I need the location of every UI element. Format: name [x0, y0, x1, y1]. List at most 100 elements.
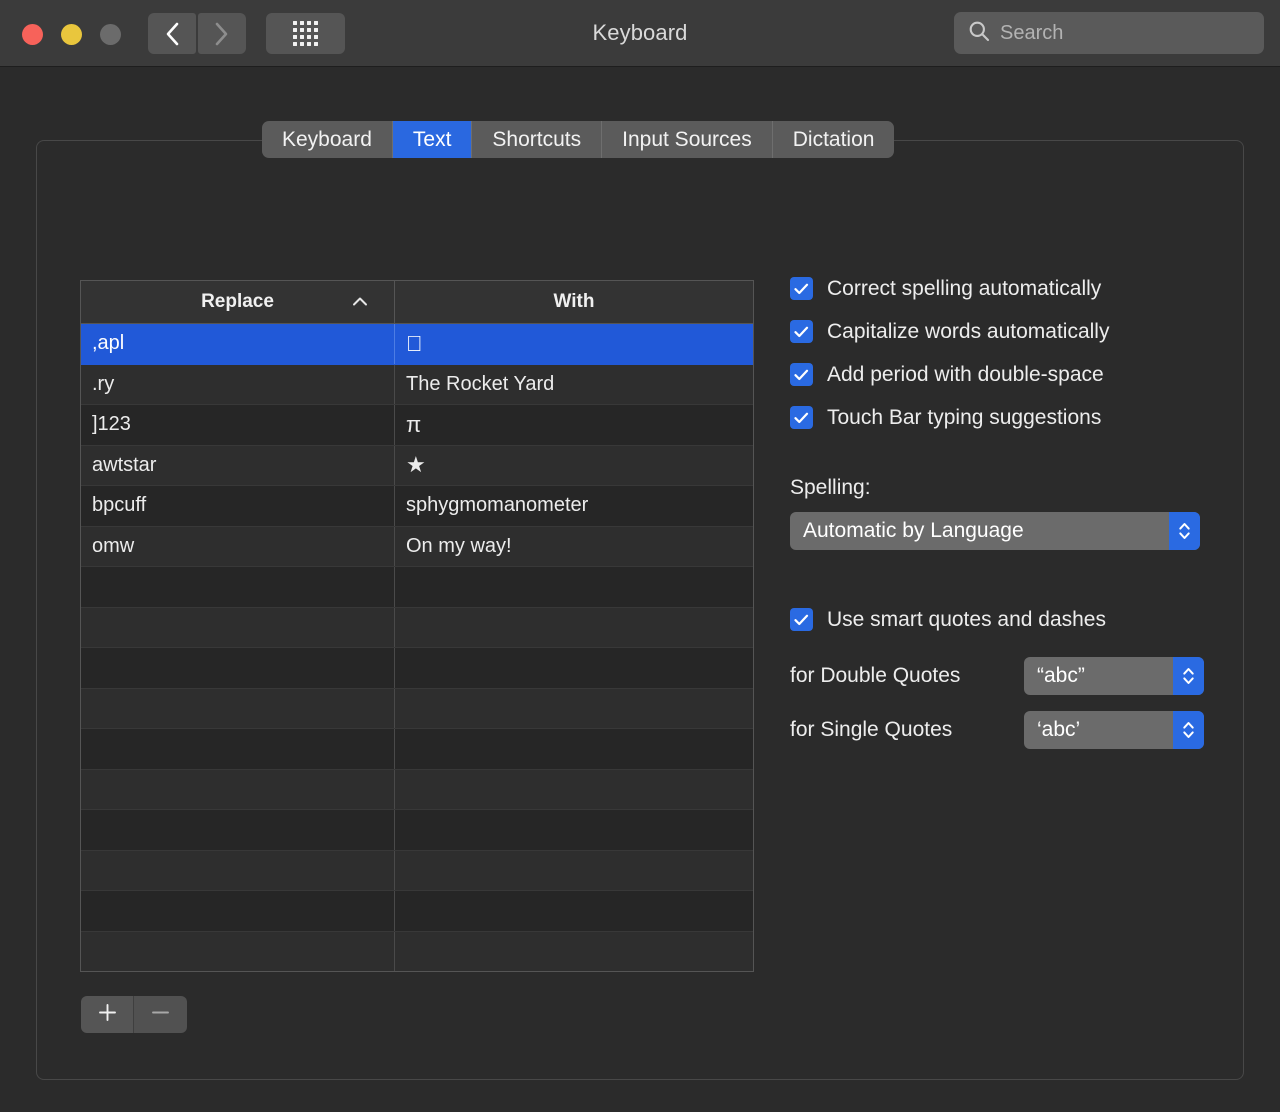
cell-with: On my way! — [395, 527, 753, 567]
double-quotes-popup-button[interactable]: “abc” — [1024, 657, 1204, 695]
checkbox-add-period[interactable]: Add period with double-space — [790, 353, 1220, 396]
remove-substitution-button[interactable] — [134, 996, 187, 1033]
cell-replace: awtstar — [81, 446, 395, 486]
close-window-button[interactable] — [22, 24, 43, 45]
smart-quotes-block: Use smart quotes and dashes for Double Q… — [790, 598, 1220, 749]
minus-icon — [150, 1002, 171, 1028]
checkbox-label: Add period with double-space — [827, 363, 1104, 387]
table-row[interactable]: ,apl  — [81, 324, 753, 365]
tab-label: Input Sources — [622, 128, 752, 152]
single-quotes-popup-button[interactable]: ‘abc’ — [1024, 711, 1204, 749]
double-quotes-label: for Double Quotes — [790, 664, 1024, 688]
single-quotes-value: ‘abc’ — [1037, 718, 1080, 742]
chevron-left-icon — [164, 21, 180, 47]
show-all-preferences-button[interactable] — [266, 13, 345, 54]
apple-logo-icon:  — [406, 333, 423, 355]
table-body: ,apl  .ry The Rocket Yard ]123 π awtsta… — [81, 324, 753, 972]
spelling-label: Spelling: — [790, 476, 1220, 500]
table-empty-row — [81, 648, 753, 689]
table-row[interactable]: bpcuff sphygmomanometer — [81, 486, 753, 527]
navigation-buttons — [148, 13, 246, 54]
table-add-remove-controls — [81, 996, 187, 1033]
table-empty-row — [81, 851, 753, 892]
chevron-up-down-icon — [1173, 711, 1204, 749]
window-titlebar: Keyboard Search — [0, 0, 1280, 67]
checkbox-smart-quotes[interactable]: Use smart quotes and dashes — [790, 598, 1220, 641]
tab-keyboard[interactable]: Keyboard — [262, 121, 393, 158]
double-quotes-value: “abc” — [1037, 664, 1085, 688]
column-header-with[interactable]: With — [395, 281, 753, 323]
checkbox-label: Correct spelling automatically — [827, 277, 1101, 301]
column-header-label: Replace — [201, 291, 274, 313]
spelling-popup-value: Automatic by Language — [803, 519, 1024, 543]
single-quotes-row: for Single Quotes ‘abc’ — [790, 711, 1220, 749]
traffic-lights — [22, 24, 121, 45]
checkbox-capitalize-words[interactable]: Capitalize words automatically — [790, 310, 1220, 353]
all-preferences-grid-icon — [293, 21, 318, 46]
table-empty-row — [81, 608, 753, 649]
checkbox-checked-icon — [790, 320, 813, 343]
tab-text[interactable]: Text — [393, 121, 473, 158]
search-field[interactable]: Search — [954, 12, 1264, 54]
chevron-up-down-icon — [1169, 512, 1200, 550]
tab-label: Dictation — [793, 128, 875, 152]
table-empty-row — [81, 689, 753, 730]
checkbox-label: Use smart quotes and dashes — [827, 608, 1106, 632]
tab-dictation[interactable]: Dictation — [773, 121, 895, 158]
zoom-window-button — [100, 24, 121, 45]
preferences-panel: Keyboard Text Shortcuts Input Sources Di… — [0, 67, 1280, 1112]
search-icon — [968, 20, 990, 47]
checkbox-correct-spelling[interactable]: Correct spelling automatically — [790, 267, 1220, 310]
text-substitutions-table[interactable]: Replace With ,apl  .ry The Rocket — [80, 280, 754, 972]
tab-input-sources[interactable]: Input Sources — [602, 121, 773, 158]
table-empty-row — [81, 567, 753, 608]
forward-button — [198, 13, 246, 54]
column-header-label: With — [554, 291, 595, 313]
checkbox-label: Capitalize words automatically — [827, 320, 1109, 344]
cell-replace: ,apl — [81, 324, 395, 364]
checkbox-checked-icon — [790, 608, 813, 631]
table-row[interactable]: omw On my way! — [81, 527, 753, 568]
checkbox-touch-bar-suggestions[interactable]: Touch Bar typing suggestions — [790, 396, 1220, 439]
column-header-replace[interactable]: Replace — [81, 281, 395, 323]
table-empty-row — [81, 729, 753, 770]
cell-with: sphygmomanometer — [395, 486, 753, 526]
cell-replace: omw — [81, 527, 395, 567]
add-substitution-button[interactable] — [81, 996, 134, 1033]
cell-with: π — [395, 405, 753, 445]
text-options-column: Correct spelling automatically Capitaliz… — [790, 267, 1220, 749]
plus-icon — [97, 1002, 118, 1028]
table-empty-row — [81, 810, 753, 851]
chevron-right-icon — [214, 21, 230, 47]
checkbox-checked-icon — [790, 406, 813, 429]
spelling-popup-button[interactable]: Automatic by Language — [790, 512, 1200, 550]
double-quotes-row: for Double Quotes “abc” — [790, 657, 1220, 695]
back-button[interactable] — [148, 13, 196, 54]
checkbox-label: Touch Bar typing suggestions — [827, 406, 1101, 430]
checkbox-checked-icon — [790, 277, 813, 300]
table-row[interactable]: ]123 π — [81, 405, 753, 446]
tab-label: Text — [413, 128, 452, 152]
cell-with: The Rocket Yard — [395, 365, 753, 405]
table-empty-row — [81, 891, 753, 932]
preference-tabbar: Keyboard Text Shortcuts Input Sources Di… — [262, 121, 894, 158]
table-empty-row — [81, 932, 753, 973]
cell-replace: bpcuff — [81, 486, 395, 526]
pi-glyph-icon: π — [406, 414, 421, 436]
tab-shortcuts[interactable]: Shortcuts — [472, 121, 602, 158]
cell-with:  — [395, 324, 753, 364]
tab-label: Shortcuts — [492, 128, 581, 152]
chevron-up-down-icon — [1173, 657, 1204, 695]
table-row[interactable]: .ry The Rocket Yard — [81, 365, 753, 406]
tab-label: Keyboard — [282, 128, 372, 152]
minimize-window-button[interactable] — [61, 24, 82, 45]
table-row[interactable]: awtstar ★ — [81, 446, 753, 487]
table-header-row: Replace With — [81, 281, 753, 324]
cell-replace: ]123 — [81, 405, 395, 445]
checkbox-checked-icon — [790, 363, 813, 386]
star-glyph-icon: ★ — [406, 454, 426, 476]
cell-with: ★ — [395, 446, 753, 486]
search-input[interactable]: Search — [1000, 22, 1063, 45]
chevron-up-icon — [352, 291, 368, 313]
single-quotes-label: for Single Quotes — [790, 718, 1024, 742]
